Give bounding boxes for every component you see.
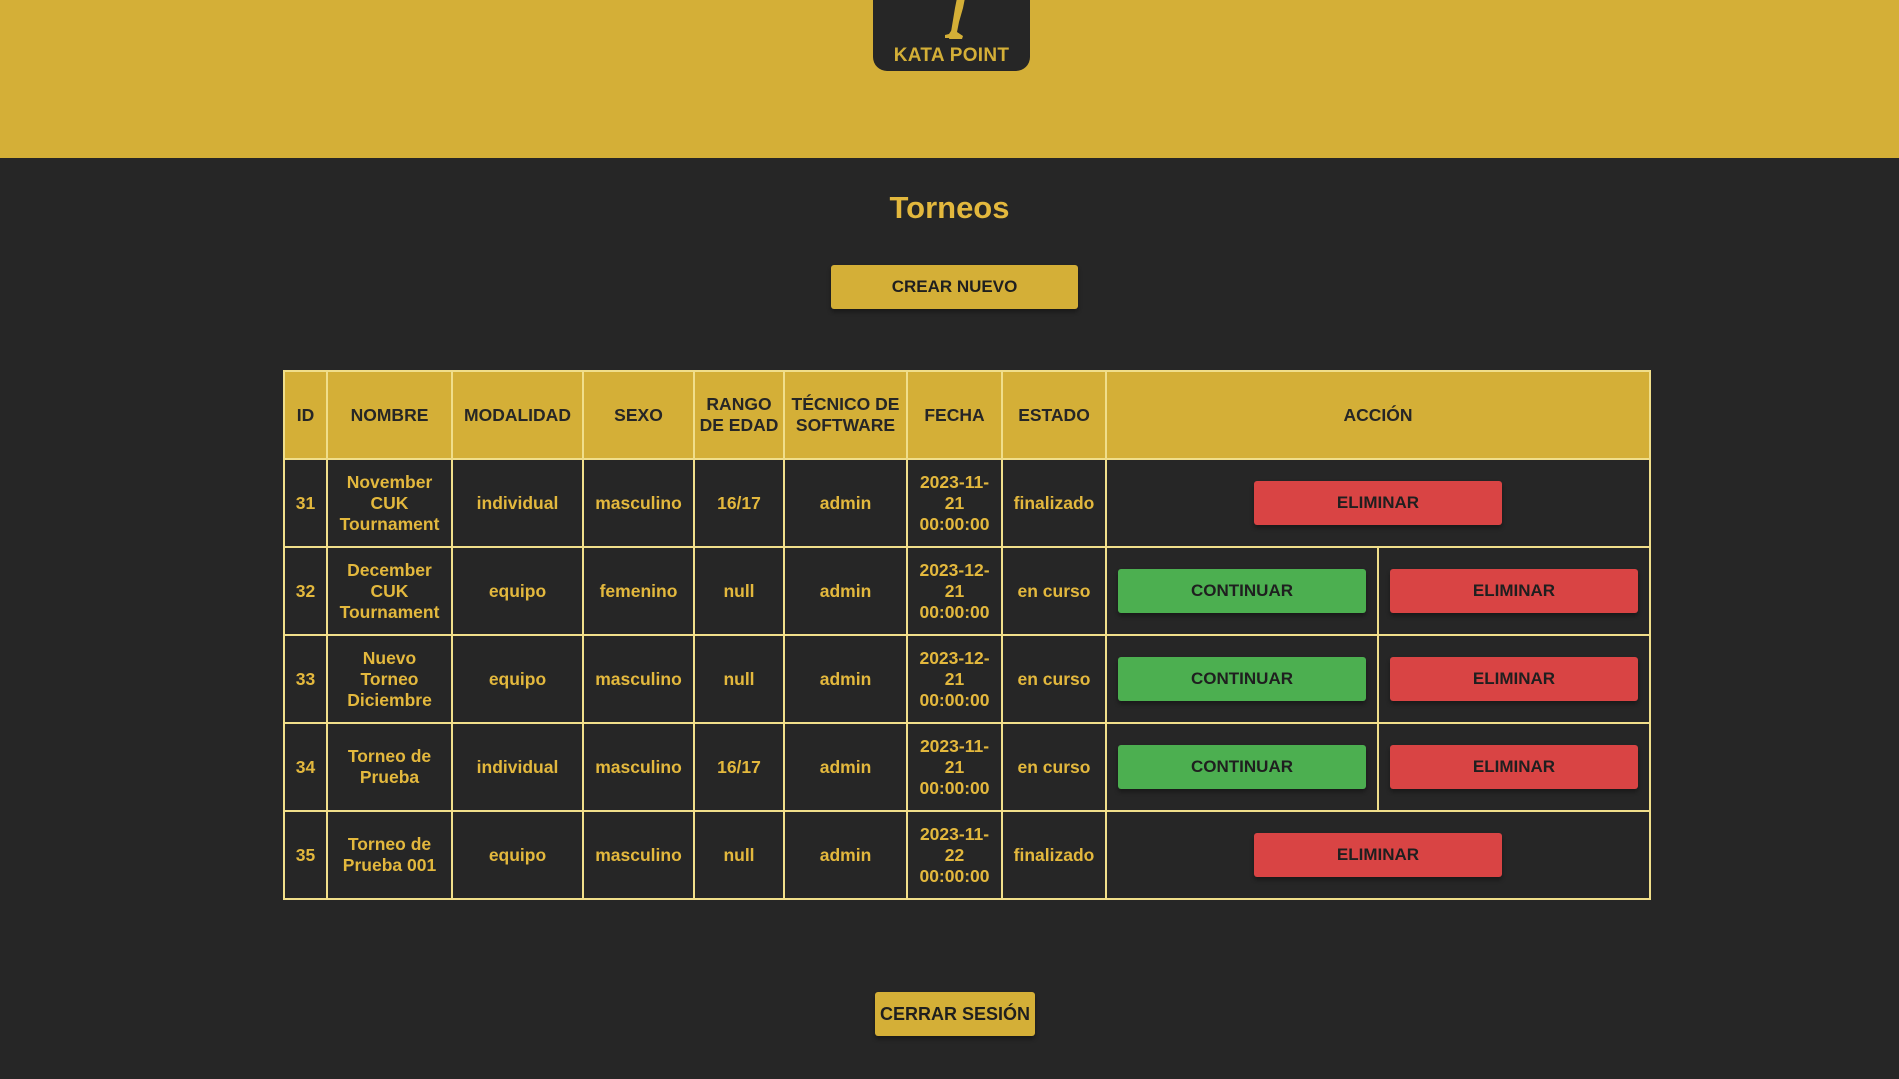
header-nombre: NOMBRE [326, 370, 453, 460]
table-header-row: ID NOMBRE MODALIDAD SEXO RANGO DE EDAD T… [283, 370, 1651, 460]
cell-modalidad: equipo [451, 634, 584, 724]
cell-modalidad: equipo [451, 546, 584, 636]
cell-accion-delete: ELIMINAR [1377, 634, 1651, 724]
logo-text: KATA POINT [893, 45, 1010, 66]
kata-point-logo[interactable]: KATA POINT [873, 0, 1030, 71]
header-id: ID [283, 370, 328, 460]
cell-accion-delete: ELIMINAR [1377, 722, 1651, 812]
cell-rango-edad: null [693, 634, 785, 724]
cell-tecnico: admin [783, 546, 908, 636]
cell-nombre: Torneo de Prueba 001 [326, 810, 453, 900]
cell-modalidad: individual [451, 458, 584, 548]
cell-fecha: 2023-12-21 00:00:00 [906, 634, 1003, 724]
continue-button[interactable]: CONTINUAR [1118, 657, 1366, 701]
cell-sexo: masculino [582, 634, 695, 724]
cell-fecha: 2023-11-22 00:00:00 [906, 810, 1003, 900]
header-sexo: SEXO [582, 370, 695, 460]
cell-tecnico: admin [783, 634, 908, 724]
cell-fecha: 2023-12-21 00:00:00 [906, 546, 1003, 636]
table-row: 32 December CUK Tournament equipo femeni… [283, 546, 1651, 636]
cell-accion: ELIMINAR [1105, 458, 1651, 548]
table-row: 33 Nuevo Torneo Diciembre equipo masculi… [283, 634, 1651, 724]
cell-estado: en curso [1001, 634, 1107, 724]
cell-fecha: 2023-11-21 00:00:00 [906, 458, 1003, 548]
cell-id: 35 [283, 810, 328, 900]
continue-button[interactable]: CONTINUAR [1118, 569, 1366, 613]
cell-fecha: 2023-11-21 00:00:00 [906, 722, 1003, 812]
delete-button[interactable]: ELIMINAR [1254, 833, 1502, 877]
header-estado: ESTADO [1001, 370, 1107, 460]
cell-estado: finalizado [1001, 810, 1107, 900]
cell-sexo: masculino [582, 458, 695, 548]
cell-rango-edad: 16/17 [693, 458, 785, 548]
cell-nombre: Torneo de Prueba [326, 722, 453, 812]
cell-accion-continue: CONTINUAR [1105, 722, 1379, 812]
cell-nombre: November CUK Tournament [326, 458, 453, 548]
page-title: Torneos [889, 190, 1010, 225]
cell-estado: en curso [1001, 546, 1107, 636]
header-rango-edad: RANGO DE EDAD [693, 370, 785, 460]
cell-id: 31 [283, 458, 328, 548]
cell-rango-edad: null [693, 546, 785, 636]
table-row: 34 Torneo de Prueba individual masculino… [283, 722, 1651, 812]
create-new-button[interactable]: CREAR NUEVO [831, 265, 1078, 309]
cell-id: 33 [283, 634, 328, 724]
cell-id: 32 [283, 546, 328, 636]
cell-id: 34 [283, 722, 328, 812]
cell-accion-continue: CONTINUAR [1105, 634, 1379, 724]
table-row: 35 Torneo de Prueba 001 equipo masculino… [283, 810, 1651, 900]
cell-nombre: December CUK Tournament [326, 546, 453, 636]
cell-sexo: femenino [582, 546, 695, 636]
tournaments-table: ID NOMBRE MODALIDAD SEXO RANGO DE EDAD T… [283, 370, 1651, 900]
delete-button[interactable]: ELIMINAR [1390, 657, 1638, 701]
cell-accion-delete: ELIMINAR [1377, 546, 1651, 636]
header-accion: ACCIÓN [1105, 370, 1651, 460]
header-tecnico: TÉCNICO DE SOFTWARE [783, 370, 908, 460]
header-modalidad: MODALIDAD [451, 370, 584, 460]
header-fecha: FECHA [906, 370, 1003, 460]
continue-button[interactable]: CONTINUAR [1118, 745, 1366, 789]
karateka-icon [945, 0, 965, 39]
table-row: 31 November CUK Tournament individual ma… [283, 458, 1651, 548]
delete-button[interactable]: ELIMINAR [1254, 481, 1502, 525]
cell-accion: ELIMINAR [1105, 810, 1651, 900]
cell-tecnico: admin [783, 458, 908, 548]
cell-sexo: masculino [582, 722, 695, 812]
header-banner: KATA POINT [0, 0, 1899, 158]
cell-tecnico: admin [783, 810, 908, 900]
cell-modalidad: individual [451, 722, 584, 812]
cell-nombre: Nuevo Torneo Diciembre [326, 634, 453, 724]
cell-estado: en curso [1001, 722, 1107, 812]
cell-estado: finalizado [1001, 458, 1107, 548]
cell-modalidad: equipo [451, 810, 584, 900]
cell-tecnico: admin [783, 722, 908, 812]
delete-button[interactable]: ELIMINAR [1390, 569, 1638, 613]
logout-button[interactable]: CERRAR SESIÓN [875, 992, 1035, 1036]
delete-button[interactable]: ELIMINAR [1390, 745, 1638, 789]
cell-sexo: masculino [582, 810, 695, 900]
cell-rango-edad: 16/17 [693, 722, 785, 812]
cell-rango-edad: null [693, 810, 785, 900]
cell-accion-continue: CONTINUAR [1105, 546, 1379, 636]
